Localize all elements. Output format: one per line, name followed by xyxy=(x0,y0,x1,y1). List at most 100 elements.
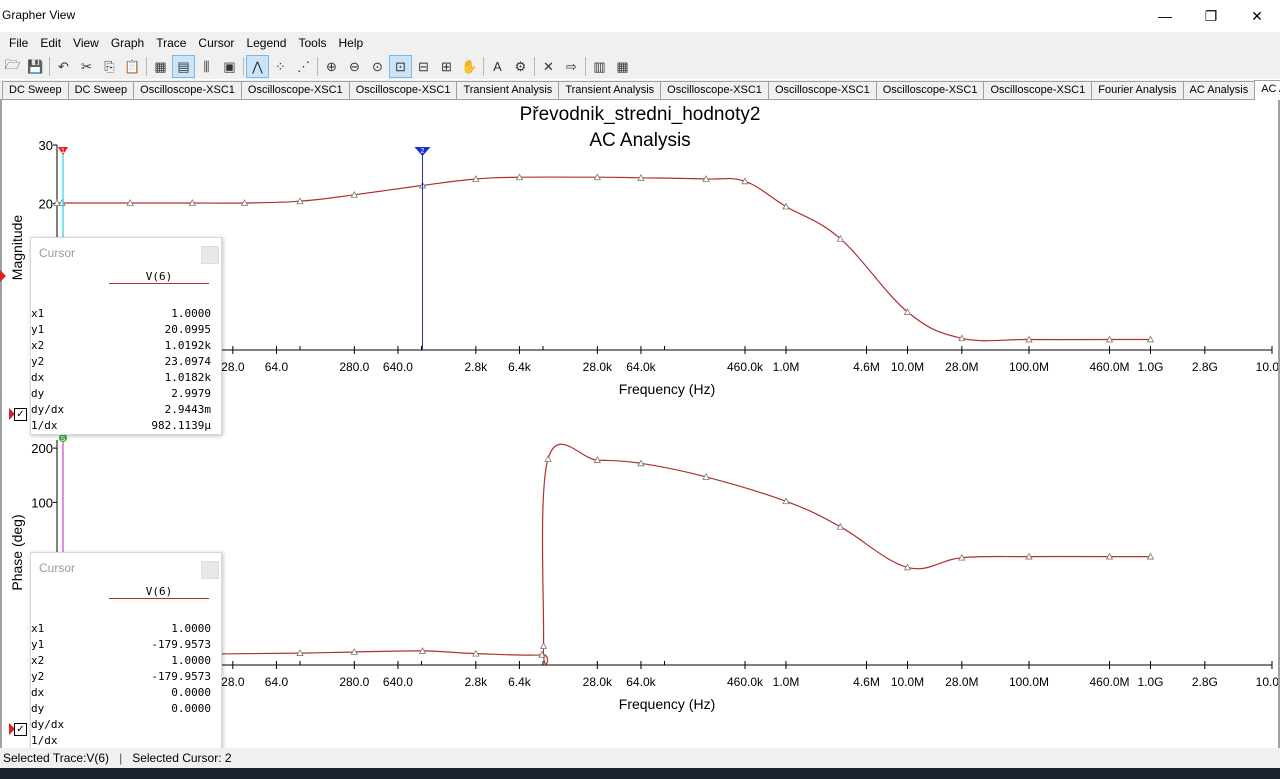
tab-dc-sweep[interactable]: DC Sweep xyxy=(67,81,135,99)
menu-tools[interactable]: Tools xyxy=(292,36,332,50)
toolbar-separator xyxy=(483,57,484,76)
tab-ac-analysis[interactable]: AC Analysis xyxy=(1182,81,1256,99)
x-tick-label: 460.0M xyxy=(1090,360,1130,374)
paste-icon[interactable]: 📋 xyxy=(121,55,144,78)
tab-oscilloscope-xsc1[interactable]: Oscilloscope-XSC1 xyxy=(983,81,1093,99)
cursor-row-value: 1.0000 xyxy=(171,307,211,320)
tab-oscilloscope-xsc1[interactable]: Oscilloscope-XSC1 xyxy=(133,81,242,99)
tab-fourier-analysis[interactable]: Fourier Analysis xyxy=(1091,81,1184,99)
zoom-area-icon[interactable]: ⊞ xyxy=(435,55,458,78)
cursor-panel-phase[interactable]: Cursor V(6) x1 1.0000 y1 -179.9573 x2 1.0000 y… xyxy=(30,552,222,750)
tab-transient-analysis[interactable]: Transient Analysis xyxy=(456,81,560,99)
cursor-panel-magnitude[interactable]: Cursor V(6) x1 1.0000 y1 20.0995 x2 1.0192k y2… xyxy=(30,237,222,435)
cursor-2-label: 2 xyxy=(421,148,425,155)
properties-icon[interactable]: ⚙ xyxy=(509,55,532,78)
tab-oscilloscope-xsc1[interactable]: Oscilloscope-XSC1 xyxy=(240,81,350,99)
cursor-row: y2 23.0974 xyxy=(31,354,221,370)
cursor-panel-close-button[interactable] xyxy=(201,246,219,264)
menu-view[interactable]: View xyxy=(67,36,105,50)
cursor-row: x1 1.0000 xyxy=(31,306,221,322)
plot-area[interactable]: Převodnik_stredni_hodnoty2 AC Analysis 3… xyxy=(0,100,1280,750)
x-tick-label: 2.8G xyxy=(1192,675,1218,689)
tab-ac-analysis[interactable]: AC Analysis xyxy=(1254,80,1280,100)
cursor-row: dy/dx 2.9443m xyxy=(31,402,221,418)
cursor-row: 1/dx xyxy=(31,733,221,749)
undo-icon[interactable]: ↶ xyxy=(52,55,75,78)
status-bar: Selected Trace:V(6) | Selected Cursor: 2 xyxy=(0,748,1280,768)
cursor-1-label: 1 xyxy=(61,148,65,155)
menu-cursor[interactable]: Cursor xyxy=(192,36,240,50)
cut-icon[interactable]: ✂ xyxy=(75,55,98,78)
x-axis-label: Frequency (Hz) xyxy=(619,696,715,712)
lines-points-icon[interactable]: ⋰ xyxy=(292,55,315,78)
menu-legend[interactable]: Legend xyxy=(240,36,292,50)
maximize-button[interactable]: ❐ xyxy=(1188,0,1234,32)
zoom-x-icon[interactable]: ⊡ xyxy=(389,55,412,78)
y-tick-label: 100 xyxy=(31,495,53,510)
lines-icon[interactable]: ⋀ xyxy=(246,55,269,78)
tab-dc-sweep[interactable]: DC Sweep xyxy=(2,81,69,99)
pan-icon[interactable]: ✋ xyxy=(458,55,481,78)
trace-visible-checkbox[interactable]: ✓ xyxy=(14,408,27,421)
zoom-in-icon[interactable]: ⊕ xyxy=(320,55,343,78)
cursor-row: dx 1.0182k xyxy=(31,370,221,386)
menu-file[interactable]: File xyxy=(3,36,34,50)
selected-trace-status: Selected Trace:V(6) xyxy=(3,751,110,765)
phase-cursor-label: S xyxy=(61,436,66,443)
cursor-row: y1 20.0995 xyxy=(31,322,221,338)
cursor-row: dy/dx xyxy=(31,717,221,733)
cursor-row-value: 1.0182k xyxy=(164,371,211,384)
minimize-button[interactable]: — xyxy=(1142,0,1188,32)
cursor-row: x2 1.0192k xyxy=(31,338,221,354)
points-icon[interactable]: ⁘ xyxy=(269,55,292,78)
x-tick-label: 280.0 xyxy=(339,360,369,374)
status-separator: | xyxy=(119,751,123,765)
x-tick-label: 1.0M xyxy=(773,360,800,374)
x-tick-label: 1.0G xyxy=(1137,675,1163,689)
cursor-panel-close-button[interactable] xyxy=(201,561,219,579)
menu-trace[interactable]: Trace xyxy=(150,36,192,50)
toolbar-separator xyxy=(146,57,147,76)
cursor-row-label: y1 xyxy=(31,638,45,651)
close-button[interactable]: ✕ xyxy=(1234,0,1280,32)
save-icon[interactable]: 💾 xyxy=(24,55,47,78)
tab-transient-analysis[interactable]: Transient Analysis xyxy=(558,81,662,99)
selected-cursor-status: Selected Cursor: 2 xyxy=(132,751,232,765)
tab-oscilloscope-xsc1[interactable]: Oscilloscope-XSC1 xyxy=(660,81,769,99)
grid-icon[interactable]: ▦ xyxy=(149,55,172,78)
export-data-icon[interactable]: ▦ xyxy=(611,55,634,78)
trace-marker-icon xyxy=(0,270,6,282)
zoom-out-icon[interactable]: ⊖ xyxy=(343,55,366,78)
text-icon[interactable]: A xyxy=(486,55,509,78)
cursor-row-label: dx xyxy=(31,371,45,384)
cursor-column-header: V(6) xyxy=(109,585,209,599)
cursor-row-label: y1 xyxy=(31,323,45,336)
cursor-row-label: y2 xyxy=(31,355,45,368)
taskbar xyxy=(0,768,1280,779)
zoom-y-icon[interactable]: ⊟ xyxy=(412,55,435,78)
open-icon[interactable]: 🗁 xyxy=(1,55,24,78)
menu-edit[interactable]: Edit xyxy=(34,36,67,50)
copy-icon[interactable]: ⎘ xyxy=(98,55,121,78)
add-trace-icon[interactable]: ⇨ xyxy=(560,55,583,78)
tab-oscilloscope-xsc1[interactable]: Oscilloscope-XSC1 xyxy=(767,81,877,99)
x-tick-label: 460.0k xyxy=(727,360,764,374)
reverse-colors-icon[interactable]: ▣ xyxy=(218,55,241,78)
trace-visible-checkbox[interactable]: ✓ xyxy=(14,723,27,736)
tab-oscilloscope-xsc1[interactable]: Oscilloscope-XSC1 xyxy=(348,81,458,99)
tab-oscilloscope-xsc1[interactable]: Oscilloscope-XSC1 xyxy=(875,81,985,99)
menu-help[interactable]: Help xyxy=(333,36,370,50)
export-icon[interactable]: ▥ xyxy=(588,55,611,78)
zoom-full-icon[interactable]: ⊙ xyxy=(366,55,389,78)
legend-icon[interactable]: ▤ xyxy=(172,55,195,78)
y-axis-label: Phase (deg) xyxy=(9,514,25,590)
cursor-row: x1 1.0000 xyxy=(31,621,221,637)
menu-graph[interactable]: Graph xyxy=(105,36,150,50)
data-point xyxy=(539,642,548,649)
x-tick-label: 28.0 xyxy=(221,360,245,374)
overlay-icon[interactable]: ✕ xyxy=(537,55,560,78)
title-bar: Grapher View — ❐ ✕ xyxy=(0,0,1280,32)
cursor-row-label: dy/dx xyxy=(31,718,65,731)
cursor-row-label: y2 xyxy=(31,670,45,683)
cursors-icon[interactable]: ⫼ xyxy=(195,55,218,78)
